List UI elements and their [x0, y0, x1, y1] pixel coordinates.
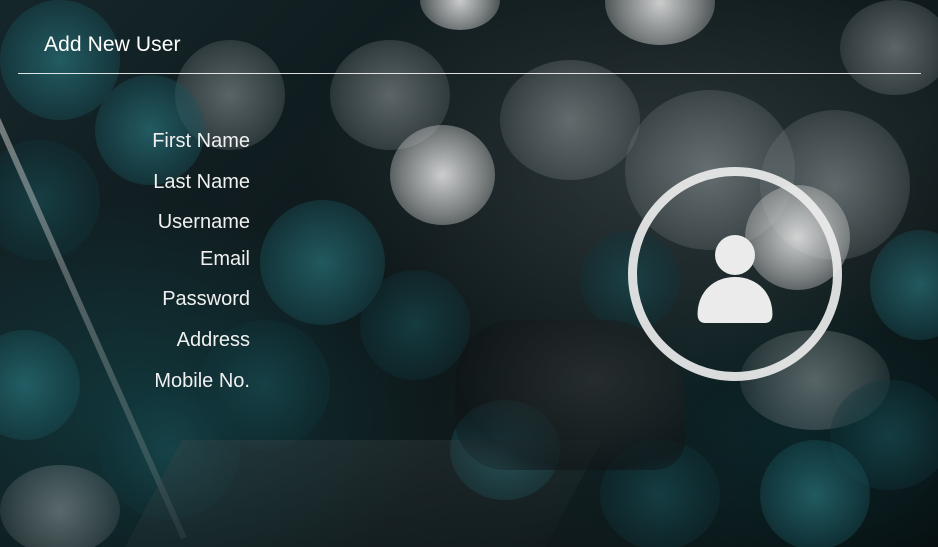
- address-label: Address: [176, 329, 250, 351]
- page-header: Add New User: [18, 0, 921, 74]
- mobile-no-label: Mobile No.: [154, 370, 250, 392]
- first-name-label: First Name: [152, 130, 250, 152]
- username-label: Username: [157, 211, 250, 233]
- page-title: Add New User: [44, 33, 181, 56]
- password-label: Password: [162, 288, 250, 310]
- email-label: Email: [199, 248, 250, 270]
- user-avatar-placeholder[interactable]: [628, 167, 842, 381]
- user-avatar-icon: [697, 235, 773, 323]
- last-name-label: Last Name: [153, 171, 250, 193]
